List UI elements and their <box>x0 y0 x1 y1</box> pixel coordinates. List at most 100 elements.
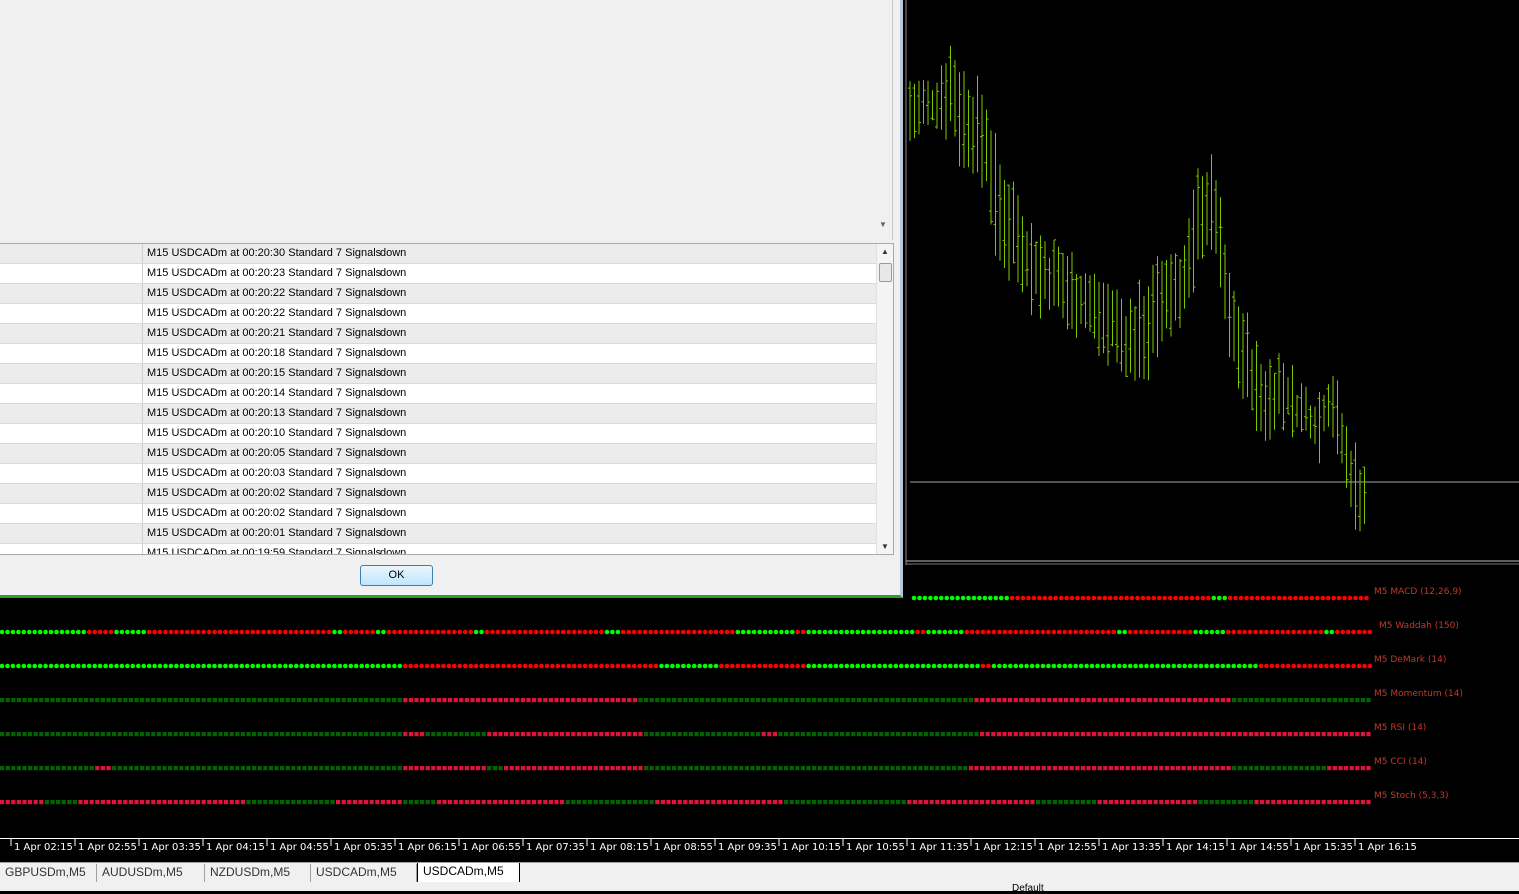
indicator-square <box>67 800 72 805</box>
indicator-square <box>644 766 649 771</box>
time-axis-label: 1 Apr 16:15 <box>1358 842 1417 853</box>
alert-row[interactable]: M15 USDCADm at 00:20:23 Standard 7 Signa… <box>0 264 876 284</box>
indicator-square <box>1092 698 1097 703</box>
indicator-dot <box>452 663 457 669</box>
alert-list[interactable]: M15 USDCADm at 00:20:30 Standard 7 Signa… <box>0 243 894 555</box>
scroll-down-arrow-icon[interactable]: ▼ <box>879 220 887 229</box>
indicator-square <box>453 766 458 771</box>
alert-row[interactable]: M15 USDCADm at 00:20:30 Standard 7 Signa… <box>0 244 876 264</box>
indicator-dot <box>582 629 588 635</box>
indicator-square <box>599 698 604 703</box>
indicator-square <box>812 800 817 805</box>
indicator-dot <box>964 663 969 669</box>
alert-direction: down <box>380 527 407 539</box>
indicator-square <box>1187 732 1192 737</box>
indicator-dot <box>310 663 315 669</box>
indicator-dot <box>1193 663 1198 669</box>
indicator-square <box>621 698 626 703</box>
indicator-dot <box>1002 629 1008 635</box>
alert-row[interactable]: M15 USDCADm at 00:20:13 Standard 7 Signa… <box>0 404 876 424</box>
indicator-square <box>985 800 990 805</box>
indicator-dot <box>321 663 326 669</box>
indicator-square <box>1293 766 1298 771</box>
indicator-square <box>280 732 285 737</box>
indicator-dot <box>495 663 501 669</box>
indicator-square <box>89 800 94 805</box>
alert-row[interactable]: M15 USDCADm at 00:20:14 Standard 7 Signa… <box>0 384 876 404</box>
indicator-dot <box>1220 629 1226 635</box>
indicator-dot <box>740 629 746 635</box>
indicator-dot <box>877 663 882 669</box>
chart-tab[interactable]: USDCADm,M5 <box>311 864 417 882</box>
indicator-square <box>504 766 509 771</box>
alert-row[interactable]: M15 USDCADm at 00:20:01 Standard 7 Signa… <box>0 524 876 544</box>
chart-tab[interactable]: NZDUSDm,M5 <box>205 864 311 882</box>
chart-tab[interactable]: GBPUSDm,M5 <box>0 864 97 882</box>
indicator-dot <box>1291 663 1296 669</box>
indicator-square <box>677 732 682 737</box>
indicator-square <box>1232 698 1237 703</box>
indicator-square <box>789 698 794 703</box>
indicator-square <box>1148 732 1153 737</box>
scroll-up-icon[interactable]: ▲ <box>881 247 889 256</box>
indicator-square <box>772 766 777 771</box>
alert-row[interactable]: M15 USDCADm at 00:20:21 Standard 7 Signa… <box>0 324 876 344</box>
chart-tab[interactable]: AUDUSDm,M5 <box>97 864 205 882</box>
indicator-square <box>1108 800 1113 805</box>
indicator-square <box>834 766 839 771</box>
indicator-square <box>873 766 878 771</box>
alert-row[interactable]: M15 USDCADm at 00:20:15 Standard 7 Signa… <box>0 364 876 384</box>
indicator-dot <box>1171 629 1177 635</box>
indicator-dot <box>971 595 977 601</box>
alert-row[interactable]: M15 USDCADm at 00:20:18 Standard 7 Signa… <box>0 344 876 364</box>
indicator-square <box>218 800 223 805</box>
indicator-square <box>1052 766 1057 771</box>
indicator-square <box>425 732 430 737</box>
indicator-square <box>772 800 777 805</box>
indicator-dot <box>909 663 915 669</box>
indicator-square <box>128 766 133 771</box>
indicator-dot <box>1271 595 1276 601</box>
indicator-dot <box>512 663 517 669</box>
indicator-dot <box>1325 595 1331 601</box>
indicator-square <box>828 732 833 737</box>
indicator-dot <box>790 663 795 669</box>
indicator-dot <box>1046 629 1051 635</box>
indicator-dot <box>1075 595 1080 601</box>
indicator-square <box>935 766 940 771</box>
ok-button[interactable]: OK <box>360 565 433 586</box>
indicator-dot <box>201 663 206 669</box>
indicator-square <box>1013 800 1018 805</box>
indicator-dot <box>1073 629 1078 635</box>
indicator-square <box>940 766 945 771</box>
indicator-dot <box>610 663 615 669</box>
alert-row[interactable]: M15 USDCADm at 00:20:02 Standard 7 Signa… <box>0 504 876 524</box>
indicator-square <box>627 766 632 771</box>
chart-tab[interactable]: USDCADm,M5 <box>417 863 520 883</box>
indicator-dot <box>730 663 735 669</box>
alert-row[interactable]: M15 USDCADm at 00:20:22 Standard 7 Signa… <box>0 304 876 324</box>
alert-row[interactable]: M15 USDCADm at 00:20:10 Standard 7 Signa… <box>0 424 876 444</box>
indicator-square <box>448 732 453 737</box>
indicator-square <box>196 800 201 805</box>
alert-row[interactable]: M15 USDCADm at 00:20:02 Standard 7 Signa… <box>0 484 876 504</box>
indicator-dot <box>168 663 174 669</box>
indicator-dot <box>288 663 294 669</box>
scroll-down-icon[interactable]: ▼ <box>881 542 889 551</box>
list-scrollbar[interactable]: ▲ ▼ <box>876 244 893 554</box>
alert-row[interactable]: M15 USDCADm at 00:20:03 Standard 7 Signa… <box>0 464 876 484</box>
indicator-square <box>784 766 789 771</box>
alert-row[interactable]: M15 USDCADm at 00:20:05 Standard 7 Signa… <box>0 444 876 464</box>
indicator-square <box>448 800 453 805</box>
indicator-square <box>1360 800 1365 805</box>
indicator-square <box>1310 766 1315 771</box>
indicator-label: M5 MACD (12,26,9) <box>1374 587 1462 597</box>
alert-row[interactable]: M15 USDCADm at 00:19:59 Standard 7 Signa… <box>0 544 876 554</box>
scroll-thumb[interactable] <box>879 263 892 282</box>
indicator-square <box>296 766 301 771</box>
indicator-dot <box>321 629 326 635</box>
indicator-square <box>470 766 475 771</box>
alert-row[interactable]: M15 USDCADm at 00:20:22 Standard 7 Signa… <box>0 284 876 304</box>
indicator-dot <box>1160 629 1166 635</box>
indicator-square <box>554 800 559 805</box>
